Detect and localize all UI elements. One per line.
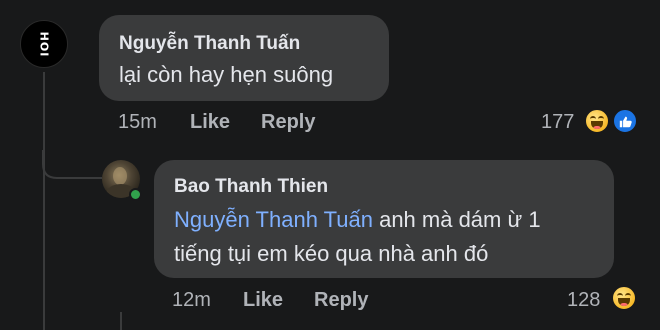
comment-text-line1: anh mà dám ừ 1 <box>372 207 541 232</box>
comment-timestamp[interactable]: 12m <box>172 289 211 312</box>
avatar-logo-text: HOI <box>37 31 51 57</box>
like-icon[interactable] <box>612 108 638 134</box>
haha-icon[interactable] <box>611 285 637 311</box>
comment-author[interactable]: Bao Thanh Thien <box>174 176 328 198</box>
thread-line-reply <box>120 312 122 330</box>
thread-curve <box>42 150 102 179</box>
thread-line-vertical <box>43 72 45 330</box>
comment-text: Nguyễn Thanh Tuấn anh mà dám ừ 1 <box>174 203 541 237</box>
comment-text-line2: tiếng tụi em kéo qua nhà anh đó <box>174 241 489 266</box>
thumbs-up-icon <box>619 116 632 127</box>
haha-icon[interactable] <box>584 108 610 134</box>
mention-link[interactable]: Nguyễn Thanh Tuấn <box>174 207 373 232</box>
avatar[interactable]: HOI <box>20 20 68 68</box>
comment-author[interactable]: Nguyễn Thanh Tuấn <box>119 33 300 55</box>
like-button[interactable]: Like <box>190 111 230 134</box>
reaction-count[interactable]: 128 <box>567 289 600 312</box>
like-button[interactable]: Like <box>243 289 283 312</box>
comment-timestamp[interactable]: 15m <box>118 111 157 134</box>
reply-button[interactable]: Reply <box>261 111 315 134</box>
comment-text: lại còn hay hẹn suông <box>119 62 334 87</box>
reaction-count[interactable]: 177 <box>541 111 574 134</box>
online-status-dot <box>129 188 142 201</box>
reply-button[interactable]: Reply <box>314 289 368 312</box>
